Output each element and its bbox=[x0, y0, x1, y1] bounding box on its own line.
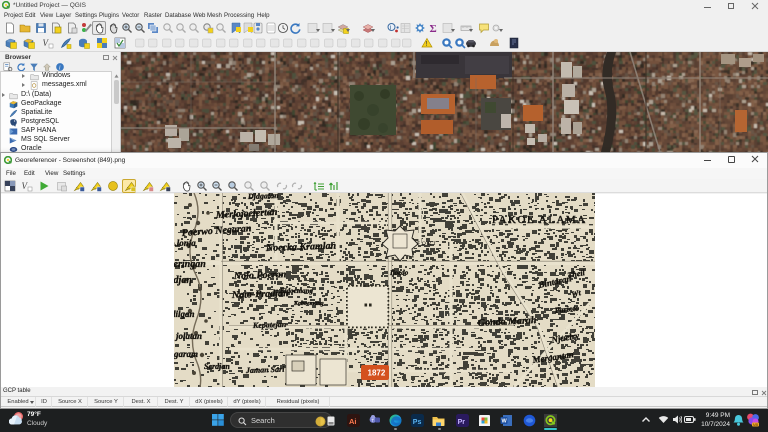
svg-text:Kepatejan: Kepatejan bbox=[252, 320, 287, 330]
svg-text:ndjan: ndjan bbox=[174, 275, 192, 286]
svg-text:Seringan: Seringan bbox=[174, 259, 206, 270]
svg-text:V: V bbox=[43, 38, 50, 48]
svg-text:i: i bbox=[390, 25, 391, 31]
svg-text:jolatan: jolatan bbox=[174, 331, 202, 341]
svg-text:T: T bbox=[371, 418, 374, 423]
svg-text:Serdjan: Serdjan bbox=[204, 362, 230, 371]
svg-text:o.lonja: o.lonja bbox=[174, 238, 196, 248]
svg-text:Σ: Σ bbox=[430, 23, 437, 34]
svg-text:Iloedo: Iloedo bbox=[389, 269, 409, 277]
svg-text:!: ! bbox=[426, 41, 428, 48]
svg-text:Nolo Poeran: Nolo Poeran bbox=[233, 269, 287, 282]
svg-text:Jaman Sari: Jaman Sari bbox=[245, 365, 286, 375]
svg-text:1872: 1872 bbox=[368, 369, 386, 378]
svg-text:Pr: Pr bbox=[458, 419, 466, 426]
svg-text:V: V bbox=[22, 181, 29, 191]
svg-text:ndilgan: ndilgan bbox=[174, 309, 195, 319]
svg-text:Ps: Ps bbox=[413, 419, 422, 426]
svg-text:egaram: egaram bbox=[174, 349, 198, 359]
svg-text:Ai: Ai bbox=[349, 417, 357, 426]
svg-text:W: W bbox=[502, 419, 508, 425]
svg-text:Noto-Pradjan: Noto-Pradjan bbox=[231, 288, 289, 301]
svg-text:MB: MB bbox=[753, 423, 759, 427]
svg-text:Kaboemang: Kaboemang bbox=[293, 301, 324, 307]
svg-text:FORT: FORT bbox=[417, 241, 438, 247]
svg-text:Djagalan: Djagalan bbox=[247, 193, 280, 201]
svg-text:PAKOE ALAMA: PAKOE ALAMA bbox=[492, 214, 587, 226]
